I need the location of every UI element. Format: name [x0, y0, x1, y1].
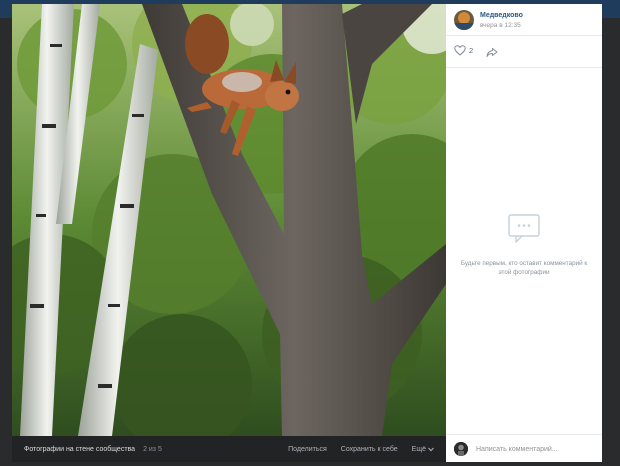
comment-input[interactable] — [476, 441, 594, 457]
photo-viewer: Фотографии на стене сообщества 2 из 5 По… — [12, 4, 602, 462]
photo-sidebar: Медведково вчера в 12:35 2 Будьте первым… — [446, 4, 602, 462]
post-date[interactable]: вчера в 12:35 — [480, 22, 521, 29]
share-button[interactable]: Поделиться — [288, 446, 327, 453]
photo[interactable] — [12, 4, 446, 436]
squirrel-photo — [12, 4, 446, 436]
empty-comments: Будьте первым, кто оставит комментарий к… — [446, 214, 602, 277]
share-arrow-icon — [486, 48, 498, 57]
avatar[interactable] — [454, 10, 474, 30]
avatar — [454, 442, 468, 456]
user-avatar-image — [454, 442, 468, 456]
post-author: Медведково вчера в 12:35 — [446, 4, 602, 36]
share-post-button[interactable] — [486, 45, 498, 63]
photo-counter: 2 из 5 — [143, 445, 162, 453]
more-label: Ещё — [411, 445, 426, 453]
comment-composer — [446, 434, 602, 462]
photo-bottom-bar: Фотографии на стене сообщества 2 из 5 По… — [12, 436, 446, 462]
post-actions: 2 — [446, 36, 602, 68]
avatar-image — [454, 10, 474, 30]
more-button[interactable]: Ещё — [412, 446, 434, 453]
comments-empty-icon — [508, 214, 540, 243]
empty-comments-text: Будьте первым, кто оставит комментарий к… — [460, 260, 588, 276]
like-button[interactable]: 2 — [454, 45, 473, 56]
like-count: 2 — [469, 46, 474, 55]
chevron-down-icon — [428, 447, 434, 451]
author-name[interactable]: Медведково — [480, 12, 523, 19]
album-link[interactable]: Фотографии на стене сообщества — [24, 446, 135, 453]
save-button[interactable]: Сохранить к себе — [341, 446, 398, 453]
heart-icon — [454, 45, 466, 56]
